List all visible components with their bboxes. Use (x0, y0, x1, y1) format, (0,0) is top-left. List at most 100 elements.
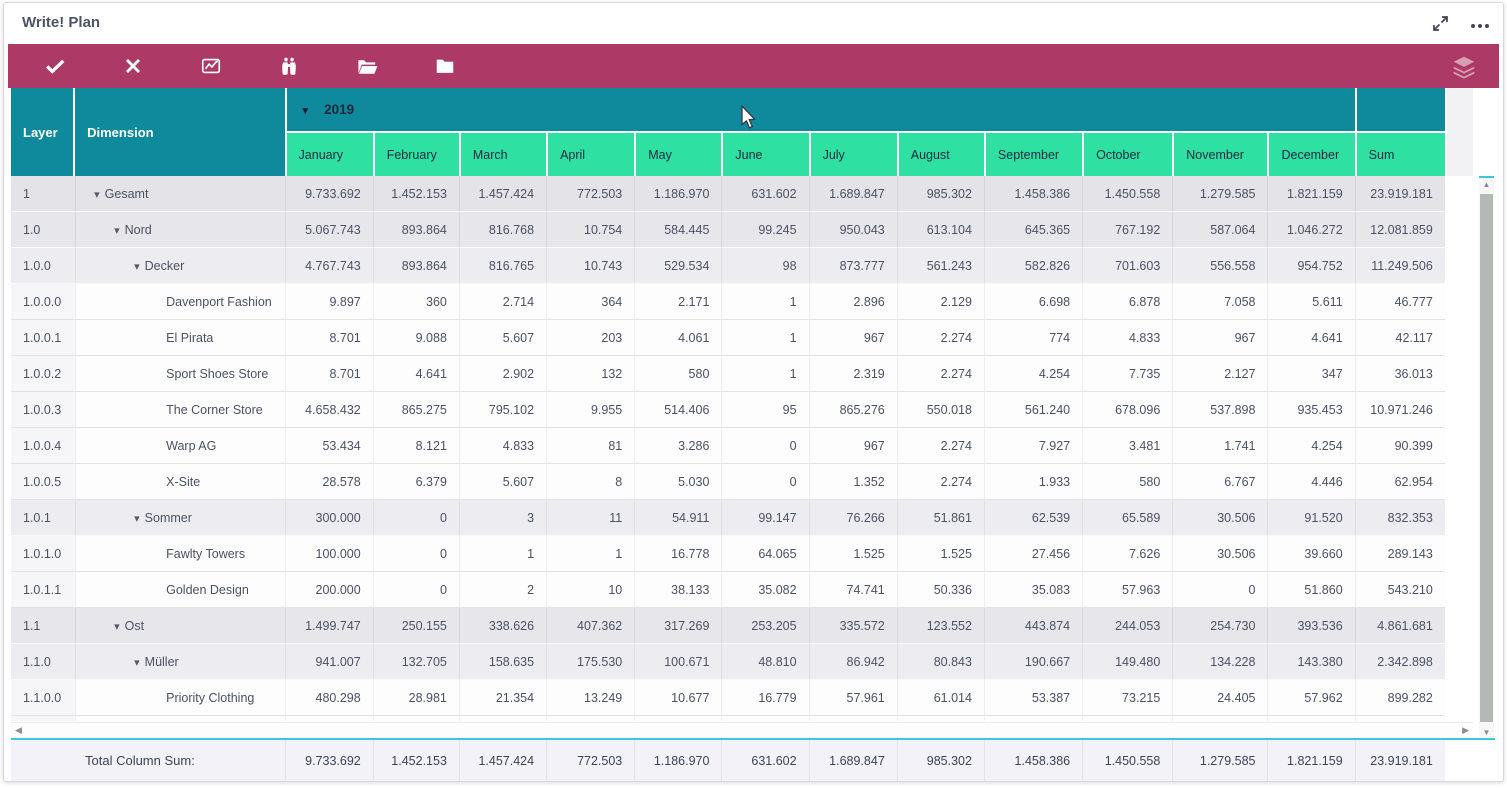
value-cell[interactable]: 8.121 (372, 428, 459, 464)
value-cell[interactable]: 3.286 (634, 428, 722, 464)
value-cell[interactable]: 76.266 (808, 500, 897, 536)
more-options-icon[interactable] (1471, 24, 1489, 28)
value-cell[interactable]: 38.133 (634, 572, 722, 608)
value-cell[interactable]: 27.456 (983, 536, 1083, 572)
value-cell[interactable]: 678.096 (1082, 392, 1173, 428)
value-cell[interactable]: 347 (1267, 356, 1355, 392)
sum-cell[interactable]: 42.117 (1354, 320, 1445, 356)
month-column-header[interactable]: August (896, 133, 984, 176)
value-cell[interactable]: 7.058 (1172, 284, 1268, 320)
value-cell[interactable]: 250.155 (372, 608, 459, 644)
month-column-header[interactable]: March (458, 133, 547, 176)
value-cell[interactable]: 774 (983, 320, 1083, 356)
value-cell[interactable]: 0 (372, 572, 459, 608)
value-cell[interactable]: 4.254 (1267, 428, 1355, 464)
value-cell[interactable]: 35.083 (983, 572, 1083, 608)
value-cell[interactable]: 3.481 (1082, 428, 1173, 464)
value-cell[interactable]: 561.243 (896, 248, 984, 284)
value-cell[interactable]: 16.779 (721, 680, 809, 716)
dimension-cell[interactable]: ▾ Gesamt (75, 176, 285, 212)
value-cell[interactable]: 795.102 (458, 392, 547, 428)
value-cell[interactable]: 514.406 (634, 392, 722, 428)
layers-icon[interactable] (1451, 54, 1477, 80)
value-cell[interactable]: 4.641 (1267, 320, 1355, 356)
sum-cell[interactable]: 2.342.898 (1354, 644, 1445, 680)
value-cell[interactable]: 360 (372, 284, 459, 320)
horizontal-scrollbar[interactable]: ◀ ▶ (11, 722, 1473, 738)
value-cell[interactable]: 561.240 (983, 392, 1083, 428)
value-cell[interactable]: 132 (546, 356, 635, 392)
sum-column-header[interactable]: Sum (1354, 133, 1445, 176)
value-cell[interactable]: 1 (458, 536, 547, 572)
folder-icon[interactable] (428, 49, 462, 83)
value-cell[interactable]: 1 (721, 356, 809, 392)
value-cell[interactable]: 24.405 (1172, 680, 1268, 716)
month-column-header[interactable]: November (1172, 133, 1268, 176)
value-cell[interactable]: 95 (721, 392, 809, 428)
value-cell[interactable]: 1.457.424 (458, 176, 547, 212)
value-cell[interactable]: 149.480 (1082, 644, 1173, 680)
value-cell[interactable]: 53.434 (284, 428, 373, 464)
value-cell[interactable]: 11 (546, 500, 635, 536)
value-cell[interactable]: 1.499.747 (284, 608, 373, 644)
folder-open-icon[interactable] (350, 49, 384, 83)
value-cell[interactable]: 0 (372, 536, 459, 572)
value-cell[interactable]: 2.902 (458, 356, 547, 392)
value-cell[interactable]: 1.689.847 (808, 176, 897, 212)
layer-column-header[interactable]: Layer (11, 88, 76, 176)
value-cell[interactable]: 16.778 (634, 536, 722, 572)
value-cell[interactable]: 48.810 (721, 644, 809, 680)
value-cell[interactable]: 158.635 (458, 644, 547, 680)
value-cell[interactable]: 0 (372, 500, 459, 536)
value-cell[interactable]: 443.874 (983, 608, 1083, 644)
value-cell[interactable]: 6.878 (1082, 284, 1173, 320)
value-cell[interactable]: 580 (634, 356, 722, 392)
value-cell[interactable]: 950.043 (808, 212, 897, 248)
value-cell[interactable]: 28.981 (372, 680, 459, 716)
value-cell[interactable]: 30.506 (1172, 500, 1268, 536)
value-cell[interactable]: 2.127 (1172, 356, 1268, 392)
value-cell[interactable]: 4.254 (983, 356, 1083, 392)
value-cell[interactable]: 1.741 (1172, 428, 1268, 464)
month-column-header[interactable]: May (634, 133, 722, 176)
value-cell[interactable]: 5.030 (634, 464, 722, 500)
value-cell[interactable]: 50.336 (896, 572, 984, 608)
value-cell[interactable]: 1 (721, 284, 809, 320)
value-cell[interactable]: 2.714 (458, 284, 547, 320)
value-cell[interactable]: 6.767 (1172, 464, 1268, 500)
value-cell[interactable]: 244.053 (1082, 608, 1173, 644)
value-cell[interactable]: 1.525 (808, 536, 897, 572)
value-cell[interactable]: 5.067.743 (284, 212, 373, 248)
value-cell[interactable]: 6.379 (372, 464, 459, 500)
value-cell[interactable]: 91.520 (1267, 500, 1355, 536)
sum-cell[interactable]: 11.249.506 (1354, 248, 1445, 284)
dimension-cell[interactable]: ▾ Sommer (75, 500, 285, 536)
collapse-caret-icon[interactable]: ▾ (114, 621, 120, 633)
value-cell[interactable]: 9.733.692 (284, 176, 373, 212)
value-cell[interactable]: 335.572 (808, 608, 897, 644)
value-cell[interactable]: 2.171 (634, 284, 722, 320)
value-cell[interactable]: 99.147 (721, 500, 809, 536)
value-cell[interactable]: 86.942 (808, 644, 897, 680)
expand-icon[interactable] (1432, 15, 1449, 37)
value-cell[interactable]: 10.743 (546, 248, 635, 284)
value-cell[interactable]: 4.658.432 (284, 392, 373, 428)
value-cell[interactable]: 816.768 (458, 212, 547, 248)
dimension-column-header[interactable]: Dimension (75, 88, 285, 176)
value-cell[interactable]: 9.088 (372, 320, 459, 356)
value-cell[interactable]: 2.129 (896, 284, 984, 320)
value-cell[interactable]: 338.626 (458, 608, 547, 644)
month-column-header[interactable]: June (721, 133, 809, 176)
value-cell[interactable]: 54.911 (634, 500, 722, 536)
value-cell[interactable]: 7.626 (1082, 536, 1173, 572)
value-cell[interactable]: 175.530 (546, 644, 635, 680)
value-cell[interactable]: 98 (721, 248, 809, 284)
value-cell[interactable]: 407.362 (546, 608, 635, 644)
value-cell[interactable]: 1 (546, 536, 635, 572)
value-cell[interactable]: 80.843 (896, 644, 984, 680)
value-cell[interactable]: 2.274 (896, 464, 984, 500)
value-cell[interactable]: 39.660 (1267, 536, 1355, 572)
value-cell[interactable]: 203 (546, 320, 635, 356)
dimension-cell[interactable]: ▾ Ost (75, 608, 285, 644)
value-cell[interactable]: 28.578 (284, 464, 373, 500)
